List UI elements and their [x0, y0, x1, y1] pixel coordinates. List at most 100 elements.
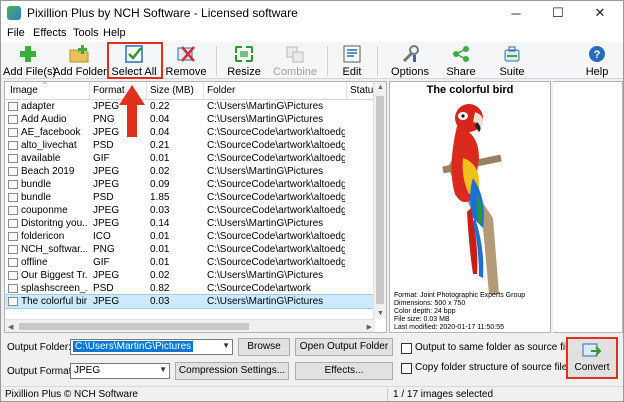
column-divider[interactable]	[203, 82, 204, 100]
scroll-thumb[interactable]	[19, 323, 249, 330]
scroll-down-icon[interactable]: ▼	[377, 310, 384, 317]
column-size[interactable]: Size (MB)	[150, 85, 194, 96]
same-folder-label[interactable]: Output to same folder as source files	[415, 342, 578, 353]
table-row[interactable]: foldericon ICO 0.01 C:\SourceCode\artwork\a…	[5, 230, 375, 243]
copy-structure-label[interactable]: Copy folder structure of source files	[415, 362, 572, 373]
cell-size: 0.04	[150, 114, 170, 125]
cell-folder: C:\Users\MartinG\Pictures	[207, 296, 324, 307]
chevron-down-icon[interactable]: ▼	[222, 341, 230, 350]
suite-label: Suite	[499, 66, 525, 78]
output-folder-combo[interactable]: C:\Users\MartinG\Pictures ▼	[70, 339, 233, 355]
toolbar-divider	[216, 46, 217, 76]
file-icon	[8, 167, 18, 176]
convert-button[interactable]: Convert	[566, 337, 618, 379]
remove-button[interactable]: Remove	[163, 42, 209, 79]
column-folder[interactable]: Folder	[207, 85, 235, 96]
cell-format: JPEG	[93, 270, 120, 281]
browse-button[interactable]: Browse	[238, 338, 290, 356]
table-row[interactable]: alto_livechat PSD 0.21 C:\SourceCode\artwor…	[5, 139, 375, 152]
table-row[interactable]: couponme JPEG 0.03 C:\SourceCode\artwork\al…	[5, 204, 375, 217]
toolbar-divider	[377, 46, 378, 76]
open-output-folder-button[interactable]: Open Output Folder	[295, 338, 393, 356]
meta-format: Format: Joint Photographic Experts Group	[394, 292, 526, 299]
cell-format: PNG	[93, 244, 115, 255]
close-button[interactable]: ✕	[579, 1, 621, 25]
app-window: Pixillion Plus by NCH Software - License…	[0, 0, 624, 402]
help-button[interactable]: ? Help	[581, 42, 613, 79]
output-format-value[interactable]: JPEG	[74, 365, 100, 376]
column-divider[interactable]	[346, 82, 347, 100]
share-button[interactable]: Share	[443, 42, 479, 79]
status-copyright: Pixillion Plus © NCH Software	[5, 389, 138, 400]
file-icon	[8, 102, 18, 111]
add-folder-icon	[69, 45, 89, 63]
cell-folder: C:\Users\MartinG\Pictures	[207, 218, 324, 229]
table-row[interactable]: NCH_softwar... PNG 0.01 C:\SourceCode\artwo…	[5, 243, 375, 256]
table-row[interactable]: The colorful bird JPEG 0.03 C:\Users\Martin…	[5, 294, 376, 309]
cell-format: JPEG	[93, 179, 120, 190]
cell-folder: C:\Users\MartinG\Pictures	[207, 270, 324, 281]
output-format-combo[interactable]: JPEG ▼	[70, 363, 170, 379]
cell-folder: C:\SourceCode\artwork\altoedg...	[207, 244, 345, 255]
resize-button[interactable]: Resize	[223, 42, 265, 79]
output-folder-value[interactable]: C:\Users\MartinG\Pictures	[73, 341, 194, 352]
cell-name: Beach 2019	[21, 166, 75, 177]
suite-icon	[504, 46, 520, 62]
suite-button[interactable]: Suite	[495, 42, 529, 79]
cell-folder: C:\Users\MartinG\Pictures	[207, 166, 324, 177]
add-folder-button[interactable]: Add Folder	[53, 42, 107, 79]
options-label: Options	[391, 66, 429, 78]
vertical-scrollbar[interactable]: ▲ ▼	[373, 82, 386, 319]
add-files-button[interactable]: Add File(s)	[3, 42, 57, 79]
table-row[interactable]: Add Audio PNG 0.04 C:\Users\MartinG\Picture…	[5, 113, 375, 126]
table-row[interactable]: offline GIF 0.01 C:\SourceCode\artwork\alto…	[5, 256, 375, 269]
table-row[interactable]: Our Biggest Tr... JPEG 0.02 C:\Users\Martin…	[5, 269, 375, 282]
combine-icon	[286, 46, 304, 63]
cell-folder: C:\SourceCode\artwork\altoedg...	[207, 179, 345, 190]
same-folder-checkbox[interactable]	[401, 343, 412, 354]
scroll-right-icon[interactable]: ▶	[367, 323, 372, 331]
options-button[interactable]: Options	[389, 42, 431, 79]
file-icon	[8, 258, 18, 267]
file-icon	[8, 245, 18, 254]
file-icon	[8, 297, 18, 306]
chevron-down-icon[interactable]: ▼	[159, 365, 167, 374]
table-row[interactable]: adapter JPEG 0.22 C:\Users\MartinG\Pictures	[5, 100, 375, 113]
combine-button[interactable]: Combine	[271, 42, 319, 79]
table-rows: adapter JPEG 0.22 C:\Users\MartinG\Pictures…	[5, 100, 376, 309]
table-row[interactable]: Distoritng you... JPEG 0.14 C:\Users\Martin…	[5, 217, 375, 230]
column-divider[interactable]	[89, 82, 90, 100]
resize-label: Resize	[227, 66, 261, 78]
maximize-button[interactable]: ☐	[537, 1, 579, 25]
add-files-label: Add File(s)	[3, 66, 57, 78]
effects-button[interactable]: Effects...	[295, 362, 393, 380]
column-image[interactable]: Image	[10, 85, 38, 96]
scroll-left-icon[interactable]: ◀	[8, 323, 13, 331]
file-list[interactable]: Image ^ Format Size (MB) Folder Status a…	[4, 81, 387, 333]
column-divider[interactable]	[146, 82, 147, 100]
table-row[interactable]: available GIF 0.01 C:\SourceCode\artwork\al…	[5, 152, 375, 165]
scroll-thumb[interactable]	[376, 96, 384, 304]
table-row[interactable]: Beach 2019 JPEG 0.02 C:\Users\MartinG\Pictu…	[5, 165, 375, 178]
menu-tools[interactable]: Tools	[73, 27, 99, 39]
compression-settings-button[interactable]: Compression Settings...	[175, 362, 289, 380]
cell-size: 1.85	[150, 192, 170, 203]
menu-help[interactable]: Help	[103, 27, 126, 39]
scroll-up-icon[interactable]: ▲	[377, 84, 384, 91]
menu-file[interactable]: File	[7, 27, 25, 39]
minimize-button[interactable]: ─	[495, 1, 537, 25]
meta-color-depth: Color depth: 24 bpp	[394, 308, 456, 315]
table-row[interactable]: AE_facebook JPEG 0.04 C:\SourceCode\artwork…	[5, 126, 375, 139]
cell-size: 0.01	[150, 153, 170, 164]
copy-structure-checkbox[interactable]	[401, 363, 412, 374]
output-format-label: Output Format:	[7, 366, 75, 377]
table-row[interactable]: bundle JPEG 0.09 C:\SourceCode\artwork\alto…	[5, 178, 375, 191]
cell-name: AE_facebook	[21, 127, 81, 138]
horizontal-scrollbar[interactable]: ◀ ▶	[5, 319, 375, 332]
share-icon	[453, 46, 469, 62]
table-row[interactable]: bundle PSD 1.85 C:\SourceCode\artwork\altoe…	[5, 191, 375, 204]
edit-button[interactable]: Edit	[335, 42, 369, 79]
table-row[interactable]: splashscreen_... PSD 0.82 C:\SourceCode\art…	[5, 282, 375, 295]
cell-folder: C:\SourceCode\artwork\altoedg...	[207, 231, 345, 242]
menu-effects[interactable]: Effects	[33, 27, 66, 39]
